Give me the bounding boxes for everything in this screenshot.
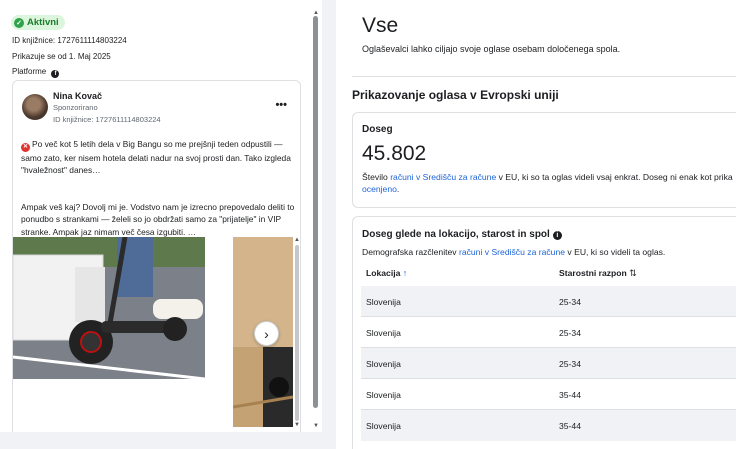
sort-ascending-icon[interactable]: ↑ xyxy=(403,268,408,278)
facebook-icon: f xyxy=(51,70,60,78)
cell-age: 35-44 xyxy=(559,421,581,431)
breakdown-title: Doseg glede na lokacijo, starost in spol xyxy=(362,229,550,240)
reach-note-text: Število xyxy=(362,172,391,182)
divider xyxy=(352,76,736,77)
status-badge: ✓ Aktivni xyxy=(11,15,65,30)
panel-scroll-thumb[interactable] xyxy=(313,16,318,408)
reach-value: 45.802 xyxy=(362,142,427,165)
cell-location: Slovenija xyxy=(366,328,401,338)
cell-location: Slovenija xyxy=(366,390,401,400)
running-since: Prikazuje se od 1. Maj 2025 xyxy=(12,52,111,61)
red-cross-emoji-icon: ✕ xyxy=(21,143,30,152)
column-header-location-label: Lokacija xyxy=(366,268,401,278)
audience-description: Oglaševalci lahko ciljajo svoje oglase o… xyxy=(362,44,621,54)
check-icon: ✓ xyxy=(14,17,24,28)
panel-scrollbar[interactable]: ▲ ▼ xyxy=(311,10,321,432)
carousel-next-button[interactable]: › xyxy=(254,321,279,346)
reach-label: Doseg xyxy=(362,124,393,135)
reach-note-end: . xyxy=(396,184,400,195)
carousel-scroll-thumb[interactable] xyxy=(295,245,299,421)
more-options-icon[interactable]: ••• xyxy=(275,99,287,111)
status-badge-label: Aktivni xyxy=(27,17,59,28)
cell-age: 25-34 xyxy=(559,359,581,369)
ad-body-paragraph-1: ✕ Po več kot 5 letih dela v Big Bangu so … xyxy=(21,138,295,177)
library-id: ID knjižnice: 1727611114803224 xyxy=(12,36,127,45)
breakdown-description: Demografska razčlenitev računi v Središč… xyxy=(362,246,665,258)
ad-card: Nina Kovač Sponzorirano ID knjižnice: 17… xyxy=(12,80,301,432)
info-icon[interactable]: i xyxy=(552,231,562,240)
cell-location: Slovenija xyxy=(366,421,401,431)
audience-title: Vse xyxy=(362,14,399,37)
scroll-up-arrow-icon[interactable]: ▲ xyxy=(294,237,300,243)
breakdown-desc-text: Demografska razčlenitev xyxy=(362,247,459,257)
breakdown-desc-suffix: v EU, ki so videli ta oglas. xyxy=(565,247,666,257)
estimated-link[interactable]: ocenjeno xyxy=(362,184,397,194)
ad-preview-panel: ✓ Aktivni ID knjižnice: 1727611114803224… xyxy=(0,0,322,432)
reach-card: Doseg 45.802 Število računi v Središču z… xyxy=(352,112,736,208)
column-header-age[interactable]: Starostni razpon ⇅ xyxy=(559,268,637,279)
cell-location: Slovenija xyxy=(366,359,401,369)
cell-age: 25-34 xyxy=(559,328,581,338)
breakdown-title-row: Doseg glede na lokacijo, starost in spol… xyxy=(362,229,562,240)
scroll-down-arrow-icon[interactable]: ▼ xyxy=(294,422,300,428)
ad-body-text-1: Po več kot 5 letih dela v Big Bangu so m… xyxy=(21,139,291,176)
cell-age: 25-34 xyxy=(559,297,581,307)
reach-note-text-mid: v EU, ki so ta oglas videli vsaj enkrat.… xyxy=(496,172,733,182)
cell-age: 35-44 xyxy=(559,390,581,400)
advertiser-name[interactable]: Nina Kovač xyxy=(53,91,102,101)
ad-details-panel: Vse Oglaševalci lahko ciljajo svoje ogla… xyxy=(336,0,736,449)
eu-section-heading: Prikazovanje oglasa v Evropski uniji xyxy=(352,88,559,102)
sort-toggle-icon[interactable]: ⇅ xyxy=(629,268,637,278)
avatar xyxy=(22,94,48,120)
carousel-scrollbar[interactable]: ▲ ▼ xyxy=(294,237,300,429)
table-row: Slovenija 35-44 xyxy=(361,379,736,410)
ad-library-id: ID knjižnice: 1727611114803224 xyxy=(53,115,161,124)
table-row: Slovenija 35-44 xyxy=(361,410,736,441)
table-row: Slovenija 25-34 xyxy=(361,317,736,348)
sponsored-label: Sponzorirano xyxy=(53,103,98,112)
column-header-location[interactable]: Lokacija ↑ xyxy=(366,268,407,278)
table-row: Slovenija 25-34 xyxy=(361,286,736,317)
accounts-center-link[interactable]: računi v Središču za račune xyxy=(459,247,565,257)
scroll-down-arrow-icon[interactable]: ▼ xyxy=(313,423,319,429)
scooter-photo-icon xyxy=(13,237,205,379)
reach-note: Število računi v Središču za račune v EU… xyxy=(362,171,733,196)
ad-body-paragraph-2: Ampak veš kaj? Dovolj mi je. Vodstvo nam… xyxy=(21,202,295,237)
accounts-center-link[interactable]: računi v Središču za račune xyxy=(390,172,496,182)
column-header-age-label: Starostni razpon xyxy=(559,268,627,278)
cell-location: Slovenija xyxy=(366,297,401,307)
table-row: Slovenija 25-34 xyxy=(361,348,736,379)
platforms-label: Platforme xyxy=(12,67,47,76)
ad-image-scooter[interactable] xyxy=(13,237,205,379)
platforms-row: Platforme f xyxy=(12,67,60,78)
